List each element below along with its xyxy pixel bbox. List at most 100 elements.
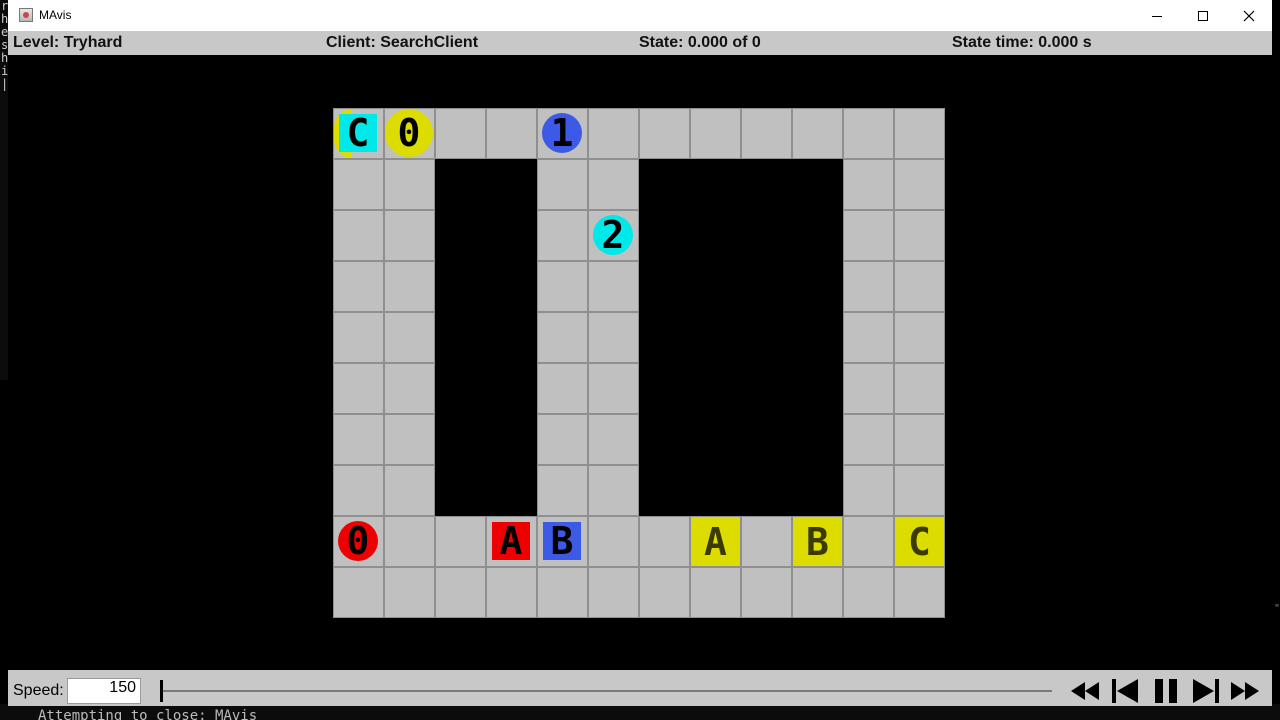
minimize-icon <box>1152 15 1162 17</box>
wall-cell <box>435 312 486 363</box>
wall-cell <box>639 159 690 210</box>
wall-cell <box>792 414 843 465</box>
goal-a: A <box>691 517 740 566</box>
floor-cell <box>690 567 741 618</box>
wall-cell <box>639 363 690 414</box>
floor-cell <box>741 567 792 618</box>
floor-cell <box>384 363 435 414</box>
floor-cell <box>384 210 435 261</box>
playback-controls: Speed: 150 <box>8 670 1272 706</box>
wall-cell <box>741 261 792 312</box>
floor-cell <box>894 414 945 465</box>
wall-cell <box>792 465 843 516</box>
floor-cell <box>639 567 690 618</box>
floor-cell <box>843 261 894 312</box>
level-name: Level: Tryhard <box>13 34 123 51</box>
wall-cell <box>741 312 792 363</box>
wall-cell <box>639 312 690 363</box>
speed-input[interactable]: 150 <box>67 678 141 704</box>
floor-cell <box>384 567 435 618</box>
floor-cell <box>537 159 588 210</box>
floor-cell <box>588 567 639 618</box>
floor-cell <box>894 159 945 210</box>
floor-cell <box>843 159 894 210</box>
floor-cell <box>333 159 384 210</box>
slider-track <box>160 690 1052 692</box>
floor-cell <box>894 465 945 516</box>
floor-cell <box>843 567 894 618</box>
step-back-button[interactable] <box>1108 678 1142 704</box>
floor-cell <box>537 363 588 414</box>
floor-cell <box>537 414 588 465</box>
wall-cell <box>741 159 792 210</box>
floor-cell <box>792 108 843 159</box>
floor-cell <box>894 210 945 261</box>
floor-cell <box>333 210 384 261</box>
skip-to-start-icon <box>1071 682 1099 700</box>
wall-cell <box>435 363 486 414</box>
floor-cell <box>843 210 894 261</box>
background-terminal-output: Attempting to close: MAvis <box>0 704 1280 720</box>
floor-cell <box>843 312 894 363</box>
agent-2: 2 <box>593 215 633 255</box>
wall-cell <box>435 159 486 210</box>
floor-cell <box>537 210 588 261</box>
floor-cell <box>639 516 690 567</box>
floor-cell <box>843 414 894 465</box>
floor-cell <box>588 414 639 465</box>
title-bar[interactable]: MAvis <box>8 0 1272 31</box>
floor-cell <box>894 108 945 159</box>
wall-cell <box>741 414 792 465</box>
floor-cell <box>588 108 639 159</box>
wall-cell <box>741 210 792 261</box>
wall-cell <box>792 312 843 363</box>
window-title: MAvis <box>39 8 72 22</box>
floor-cell <box>588 159 639 210</box>
close-button[interactable] <box>1226 0 1272 31</box>
floor-cell <box>537 312 588 363</box>
wall-cell <box>639 210 690 261</box>
floor-cell <box>588 363 639 414</box>
step-forward-button[interactable] <box>1189 678 1223 704</box>
goal-c: C <box>895 517 944 566</box>
client-name: Client: SearchClient <box>326 34 479 51</box>
background-terminal: r h e s h i | <box>0 0 8 380</box>
edge-mark: " <box>1274 603 1280 614</box>
agent-0: 0 <box>385 109 433 157</box>
wall-cell <box>690 414 741 465</box>
wall-cell <box>741 465 792 516</box>
floor-cell <box>486 108 537 159</box>
floor-cell <box>741 516 792 567</box>
slider-thumb[interactable] <box>160 680 163 702</box>
wall-cell <box>486 465 537 516</box>
maximize-button[interactable] <box>1180 0 1226 31</box>
floor-cell <box>843 363 894 414</box>
state-slider[interactable] <box>160 680 1052 702</box>
box-a: A <box>492 522 530 560</box>
level-viewport: ABCCAB0120 <box>8 55 1272 670</box>
wall-cell <box>792 159 843 210</box>
floor-cell <box>639 108 690 159</box>
wall-cell <box>639 465 690 516</box>
floor-cell <box>435 516 486 567</box>
agent-0: 0 <box>338 521 378 561</box>
wall-cell <box>690 465 741 516</box>
floor-cell <box>435 108 486 159</box>
wall-cell <box>639 261 690 312</box>
agent-1: 1 <box>542 113 582 153</box>
floor-cell <box>384 465 435 516</box>
skip-to-end-button[interactable] <box>1228 678 1262 704</box>
pause-button[interactable] <box>1149 678 1183 704</box>
java-app-icon <box>19 8 33 22</box>
floor-cell <box>588 516 639 567</box>
terminal-message: Attempting to close: MAvis <box>38 708 258 720</box>
minimize-button[interactable] <box>1134 0 1180 31</box>
floor-cell <box>843 108 894 159</box>
skip-to-start-button[interactable] <box>1068 678 1102 704</box>
box-b: B <box>543 522 581 560</box>
wall-cell <box>435 414 486 465</box>
floor-cell <box>333 567 384 618</box>
wall-cell <box>486 414 537 465</box>
wall-cell <box>741 363 792 414</box>
wall-cell <box>792 261 843 312</box>
